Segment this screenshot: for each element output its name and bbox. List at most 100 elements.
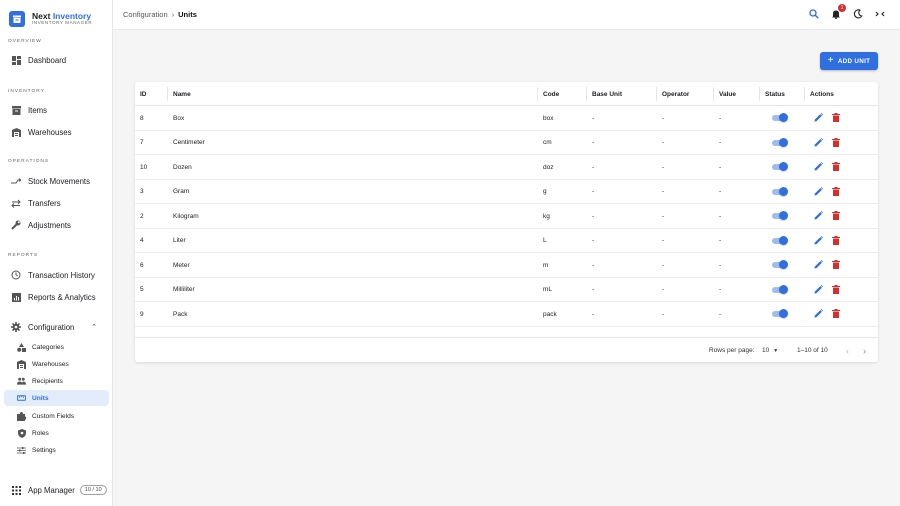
- cell-operator: -: [662, 114, 665, 122]
- sidebar-item-reports-analytics[interactable]: Reports & Analytics: [4, 288, 109, 306]
- dark-mode-moon-icon[interactable]: [852, 8, 864, 20]
- breadcrumb: Configuration › Units: [123, 10, 197, 19]
- column-header-base-unit[interactable]: Base Unit: [586, 87, 622, 101]
- cell-id: 9: [140, 310, 144, 318]
- sidebar-subitem-roles[interactable]: Roles: [4, 425, 109, 441]
- sidebar-subitem-units[interactable]: Units: [4, 390, 109, 406]
- delete-trash-icon[interactable]: [832, 134, 840, 152]
- sidebar-item-transfers[interactable]: Transfers: [4, 194, 109, 212]
- warehouse-icon: [17, 359, 26, 369]
- column-header-operator[interactable]: Operator: [656, 87, 689, 101]
- notifications-bell-icon[interactable]: 1: [830, 4, 846, 20]
- column-header-value[interactable]: Value: [713, 87, 736, 101]
- pagination-range: 1–10 of 10: [797, 347, 828, 354]
- transfer-arrows-icon: [11, 198, 21, 208]
- sidebar-subitem-settings[interactable]: Settings: [4, 442, 109, 458]
- status-toggle-cell: [767, 253, 788, 277]
- sidebar-item-dashboard[interactable]: Dashboard: [4, 51, 109, 69]
- sidebar-subitem-recipients[interactable]: Recipients: [4, 373, 109, 389]
- cell-value: -: [719, 237, 722, 244]
- sidebar-item-stock-movements[interactable]: Stock Movements: [4, 172, 109, 190]
- puzzle-icon: [17, 411, 26, 421]
- cell-value: -: [719, 188, 722, 195]
- cell-value: -: [719, 310, 722, 318]
- status-toggle[interactable]: [772, 309, 788, 318]
- status-toggle[interactable]: [772, 211, 788, 220]
- sidebar-item-adjustments[interactable]: Adjustments: [4, 216, 109, 234]
- sidebar-item-label: Transaction History: [28, 270, 95, 280]
- breadcrumb-separator: ›: [171, 10, 175, 19]
- next-page-icon[interactable]: ›: [863, 338, 866, 362]
- breadcrumb-parent[interactable]: Configuration: [123, 10, 168, 19]
- sidebar-item-warehouses[interactable]: Warehouses: [4, 123, 109, 141]
- delete-trash-icon[interactable]: [832, 256, 840, 274]
- status-toggle[interactable]: [772, 113, 788, 122]
- cell-code: pack: [543, 310, 557, 318]
- cell-value: -: [719, 261, 722, 269]
- edit-pencil-icon[interactable]: [814, 256, 823, 274]
- sidebar-subitem-categories[interactable]: Categories: [4, 339, 109, 355]
- add-unit-label: ADD UNIT: [837, 57, 871, 65]
- collapse-sidebar-icon[interactable]: [874, 8, 886, 20]
- delete-trash-icon[interactable]: [832, 281, 840, 299]
- status-toggle[interactable]: [772, 284, 788, 294]
- status-toggle[interactable]: [772, 186, 788, 196]
- sidebar-item-transaction-history[interactable]: Transaction History: [4, 266, 109, 284]
- table-row[interactable]: 6 Meter m - - -: [135, 253, 878, 278]
- edit-pencil-icon[interactable]: [814, 207, 823, 225]
- table-row[interactable]: 7 Centimeter cm - - -: [135, 131, 878, 155]
- cell-name: Gram: [173, 188, 190, 195]
- sidebar-item-configuration[interactable]: Configuration ⌃: [4, 318, 109, 336]
- table-row[interactable]: 2 Kilogram kg - - -: [135, 204, 878, 229]
- history-icon: [11, 270, 21, 280]
- table-row[interactable]: 4 Liter L - - -: [135, 229, 878, 253]
- brand[interactable]: Next Inventory INVENTORY MANAGER: [0, 0, 112, 30]
- brand-subtitle: INVENTORY MANAGER: [32, 20, 93, 25]
- delete-trash-icon[interactable]: [832, 183, 840, 201]
- edit-pencil-icon[interactable]: [814, 305, 823, 323]
- column-header-code[interactable]: Code: [537, 87, 559, 101]
- row-actions: [814, 106, 840, 130]
- edit-pencil-icon[interactable]: [814, 183, 823, 201]
- add-unit-button[interactable]: + ADD UNIT: [820, 52, 878, 70]
- status-toggle[interactable]: [772, 260, 788, 269]
- edit-pencil-icon[interactable]: [814, 232, 823, 250]
- sidebar-subitem-warehouses[interactable]: Warehouses: [4, 356, 109, 372]
- edit-pencil-icon[interactable]: [814, 109, 823, 127]
- sidebar-subitem-label: Custom Fields: [32, 412, 75, 420]
- category-icon: [17, 342, 26, 352]
- sidebar-item-items[interactable]: Items: [4, 101, 109, 119]
- sidebar-subitem-custom-fields[interactable]: Custom Fields: [4, 408, 109, 424]
- sidebar-item-app-manager[interactable]: App Manager 10 / 10: [4, 481, 109, 499]
- status-toggle[interactable]: [772, 235, 788, 245]
- table-row[interactable]: 5 Milliliter mL - - -: [135, 278, 878, 302]
- sidebar-subitem-label: Settings: [32, 446, 56, 454]
- delete-trash-icon[interactable]: [832, 305, 840, 323]
- column-header-name[interactable]: Name: [167, 87, 191, 101]
- column-header-status[interactable]: Status: [759, 87, 785, 101]
- delete-trash-icon[interactable]: [832, 109, 840, 127]
- table-row[interactable]: 3 Gram g - - -: [135, 180, 878, 204]
- table-row[interactable]: 9 Pack pack - - -: [135, 302, 878, 327]
- table-row[interactable]: 8 Box box - - -: [135, 106, 878, 131]
- search-icon[interactable]: [808, 8, 820, 20]
- cell-value: -: [719, 212, 722, 220]
- status-toggle-cell: [767, 204, 788, 228]
- edit-pencil-icon[interactable]: [814, 134, 823, 152]
- sidebar-subitem-label: Roles: [32, 429, 49, 437]
- cell-code: m: [543, 261, 549, 269]
- delete-trash-icon[interactable]: [832, 232, 840, 250]
- status-toggle[interactable]: [772, 137, 788, 147]
- sidebar-subitem-label: Warehouses: [32, 360, 69, 368]
- delete-trash-icon[interactable]: [832, 158, 840, 176]
- rows-per-page-select[interactable]: 10 ▼: [762, 338, 778, 362]
- edit-pencil-icon[interactable]: [814, 281, 823, 299]
- sidebar-subitem-label: Categories: [32, 343, 64, 351]
- column-header-id[interactable]: ID: [135, 82, 147, 106]
- table-row[interactable]: 10 Dozen doz - - -: [135, 155, 878, 180]
- delete-trash-icon[interactable]: [832, 207, 840, 225]
- edit-pencil-icon[interactable]: [814, 158, 823, 176]
- prev-page-icon[interactable]: ‹: [846, 338, 849, 362]
- status-toggle[interactable]: [772, 162, 788, 171]
- cell-operator: -: [662, 212, 665, 220]
